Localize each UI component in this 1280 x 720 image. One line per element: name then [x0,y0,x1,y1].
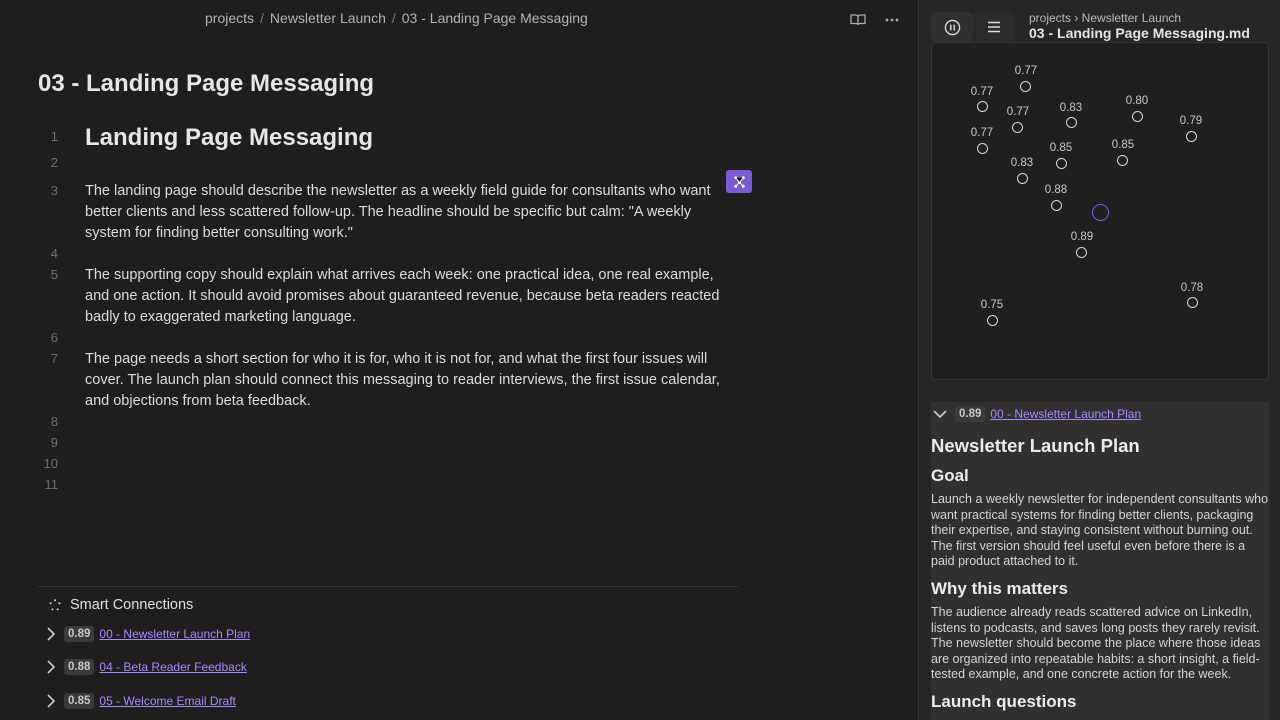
graph-node[interactable] [1186,131,1197,142]
smart-connections-header: Smart Connections [38,587,738,617]
sidebar-file-name: 03 - Landing Page Messaging.md [1029,25,1250,41]
pause-button[interactable] [931,12,973,42]
line-number: 7 [50,351,58,366]
graph-node[interactable] [1066,117,1077,128]
graph-node[interactable] [1020,81,1031,92]
chevron-right-icon[interactable] [38,627,64,641]
line-empty[interactable] [85,475,725,496]
connection-item[interactable]: 0.88 04 - Beta Reader Feedback [38,651,738,685]
chevron-right-icon[interactable] [38,660,64,674]
line-number: 2 [50,155,58,170]
note-title[interactable]: 03 - Landing Page Messaging [38,70,374,98]
graph-node[interactable] [977,143,988,154]
line-number: 4 [50,246,58,261]
editor-pane: projects / Newsletter Launch / 03 - Land… [0,0,918,720]
breadcrumb-newsletter-launch[interactable]: Newsletter Launch [270,10,386,26]
graph-node-label: 0.89 [1070,231,1094,243]
graph-node[interactable] [1012,122,1023,133]
smart-connections-title: Smart Connections [70,597,194,613]
graph-node[interactable] [1076,247,1087,258]
connection-item[interactable]: 0.89 00 - Newsletter Launch Plan [38,617,738,651]
breadcrumb-current-note[interactable]: 03 - Landing Page Messaging [402,10,588,26]
line-number: 3 [50,183,58,198]
smart-connections-inline-button[interactable] [726,170,752,193]
line-empty[interactable] [85,244,725,265]
connection-preview: 0.89 00 - Newsletter Launch Plan Newslet… [931,402,1269,720]
connection-link[interactable]: 04 - Beta Reader Feedback [99,660,246,674]
connections-graph[interactable]: 0.77 0.77 0.77 0.77 0.83 0.80 0.79 0.83 … [931,42,1269,380]
connection-link[interactable]: 05 - Welcome Email Draft [99,694,235,708]
graph-node-label: 0.77 [970,86,994,98]
line-empty[interactable] [85,328,725,349]
line-number: 8 [50,414,58,429]
line-empty[interactable] [85,412,725,433]
preview-why-heading: Why this matters [931,578,1068,598]
graph-node[interactable] [977,101,988,112]
preview-score: 0.89 [955,406,986,422]
graph-node-label: 0.85 [1111,139,1135,151]
pause-icon [944,19,960,35]
line-number: 10 [43,456,58,471]
graph-node[interactable] [1051,200,1062,211]
preview-goal-text: Launch a weekly newsletter for independe… [931,492,1269,569]
smart-connections-icon [733,176,745,188]
chevron-right-icon[interactable] [38,694,64,708]
menu-icon [988,21,1000,33]
line-number: 1 [50,129,58,144]
line-number: 9 [50,435,58,450]
connection-link[interactable]: 00 - Newsletter Launch Plan [99,627,250,641]
graph-node-label: 0.78 [1180,282,1204,294]
graph-node-label: 0.83 [1059,102,1083,114]
preview-header[interactable]: 0.89 00 - Newsletter Launch Plan [931,402,1269,426]
line-paragraph[interactable]: The landing page should describe the new… [85,181,725,244]
smart-connections-icon [49,599,61,611]
preview-heading: Newsletter Launch Plan [931,435,1140,456]
graph-node-label: 0.77 [1006,106,1030,118]
smart-connections-panel: Smart Connections 0.89 00 - Newsletter L… [38,586,738,718]
graph-node[interactable] [1187,297,1198,308]
preview-why-text: The audience already reads scattered adv… [931,604,1261,682]
graph-node-label: 0.80 [1125,95,1149,107]
graph-node-label: 0.85 [1049,142,1073,154]
editor-lines[interactable]: 1 Landing Page Messaging 2 3 The landing… [0,125,760,496]
graph-node-label: 0.79 [1179,115,1203,127]
line-paragraph[interactable]: The page needs a short section for who i… [85,349,725,412]
graph-node-label: 0.88 [1044,184,1068,196]
preview-questions-heading: Launch questions [931,691,1077,711]
right-sidebar: projects › Newsletter Launch 03 - Landin… [918,0,1280,720]
connection-item[interactable]: 0.85 05 - Welcome Email Draft [38,684,738,718]
line-number: 11 [44,477,59,492]
connection-score: 0.88 [64,659,95,676]
more-options-icon[interactable] [882,10,902,30]
breadcrumb-separator: / [260,10,264,26]
current-note-node[interactable] [1092,204,1109,221]
graph-node-label: 0.77 [1014,65,1038,77]
list-view-button[interactable] [973,12,1015,42]
breadcrumb-separator: / [391,10,396,26]
connection-score: 0.85 [64,692,95,709]
graph-node-label: 0.77 [970,127,994,139]
line-heading[interactable]: Landing Page Messaging [85,125,725,151]
breadcrumb: projects / Newsletter Launch / 03 - Land… [205,10,588,26]
graph-node-label: 0.83 [1010,157,1034,169]
graph-node[interactable] [1117,155,1128,166]
graph-node[interactable] [1017,173,1028,184]
reading-view-icon[interactable] [848,10,868,30]
line-empty[interactable] [85,155,725,173]
line-paragraph[interactable]: The supporting copy should explain what … [85,265,725,328]
breadcrumb-projects[interactable]: projects [205,10,254,26]
connection-score: 0.89 [64,625,95,642]
graph-node[interactable] [1132,111,1143,122]
line-empty[interactable] [85,433,725,454]
chevron-down-icon[interactable] [931,409,949,419]
line-number: 5 [50,267,58,282]
sidebar-path: projects › Newsletter Launch [1029,11,1182,25]
preview-link[interactable]: 00 - Newsletter Launch Plan [990,407,1141,421]
line-number: 6 [50,330,58,345]
preview-goal-heading: Goal [931,466,969,485]
graph-node[interactable] [987,315,998,326]
graph-node[interactable] [1056,158,1067,169]
graph-node-label: 0.75 [980,299,1004,311]
line-empty[interactable] [85,454,725,475]
